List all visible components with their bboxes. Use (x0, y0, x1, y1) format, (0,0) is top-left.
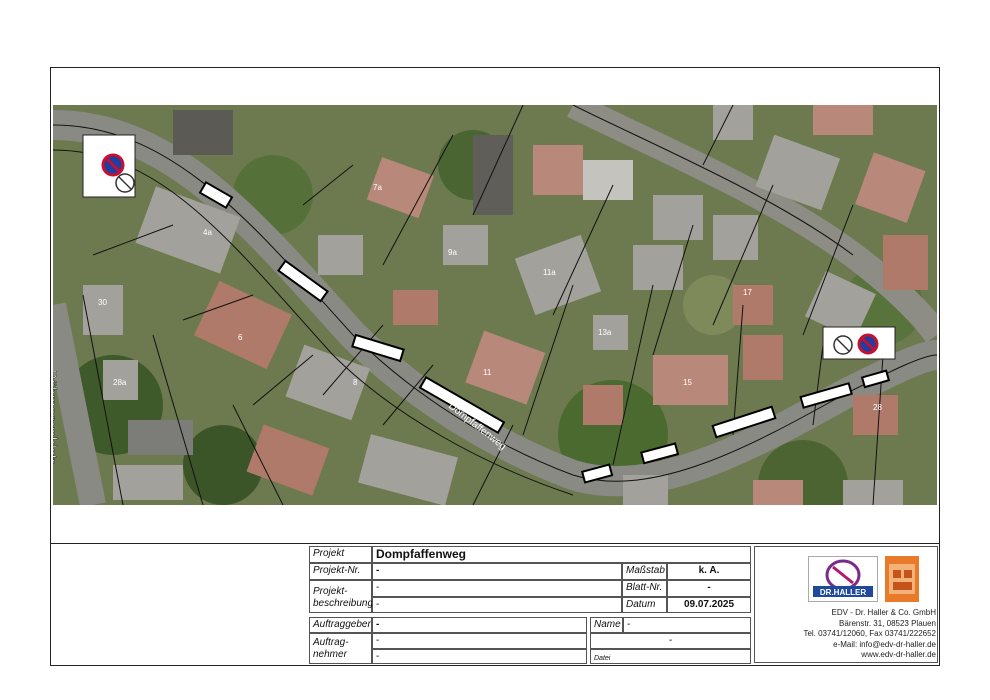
datum-value[interactable]: 09.07.2025 (667, 597, 751, 613)
beschreibung-label-line2: beschreibung (313, 598, 374, 609)
blatt-value[interactable]: - (667, 580, 751, 597)
beschreibung-value-2[interactable]: - (372, 597, 622, 613)
datum-label: Datum (622, 597, 667, 613)
auftragnehmer-value-1[interactable]: - (372, 633, 587, 649)
name-label: Name (590, 617, 623, 633)
auftragnehmer-label-line1: Auftrag- (313, 637, 349, 648)
house-number: 8 (353, 378, 358, 387)
house-number: 28a (113, 378, 127, 387)
name-value-2[interactable]: - (590, 633, 751, 649)
house-number: 28 (873, 403, 882, 412)
auftragnehmer-label: Auftrag- nehmer (309, 633, 372, 664)
blatt-label: Blatt-Nr. (622, 580, 667, 597)
projekt-label: Projekt (309, 546, 372, 563)
beschreibung-label: Projekt- beschreibung (309, 580, 374, 613)
company-email[interactable]: e-Mail: info@edv-dr-haller.de (803, 640, 936, 651)
house-number: 6 (238, 333, 243, 342)
house-number: 17 (743, 288, 752, 297)
auftraggeber-value[interactable]: - (372, 617, 587, 633)
house-number: 11 (483, 368, 492, 377)
company-emblem-icon (885, 556, 919, 602)
auftraggeber-label: Auftraggeber (309, 617, 372, 633)
name-value[interactable]: - (623, 617, 751, 633)
auftragnehmer-value-2[interactable]: - (372, 649, 587, 664)
house-number: 30 (98, 298, 107, 307)
datei-label: Datei (590, 649, 751, 664)
no-parking-zone-sign-left (82, 134, 136, 198)
house-number: 13a (598, 328, 612, 337)
house-number: 9a (448, 248, 457, 257)
house-number: 4a (203, 228, 212, 237)
massstab-value[interactable]: k. A. (667, 563, 751, 580)
company-address: EDV - Dr. Haller & Co. GmbH Bärenstr. 31… (803, 608, 936, 661)
projekt-value[interactable]: Dompfaffenweg (372, 546, 751, 563)
house-number: 7a (373, 183, 382, 192)
projekt-nr-value[interactable]: - (372, 563, 622, 580)
house-number: 11a (543, 268, 556, 277)
no-parking-zone-sign-right (822, 326, 896, 360)
aerial-map[interactable]: Böhmerwaldstr. Dompfaffenweg 4a 6 8 7a 9… (53, 105, 937, 505)
company-street: Bärenstr. 31, 08523 Plauen (839, 618, 936, 628)
company-phone: Tel. 03741/12060, Fax 03741/222652 (803, 629, 936, 638)
company-name: EDV - Dr. Haller & Co. GmbH (831, 608, 936, 617)
auftragnehmer-label-line2: nehmer (313, 649, 347, 660)
company-website[interactable]: www.edv-dr-haller.de (803, 650, 936, 661)
projekt-nr-label: Projekt-Nr. (309, 563, 372, 580)
sheet-divider (50, 543, 940, 544)
beschreibung-value-1[interactable]: - (372, 580, 622, 597)
house-number: 15 (683, 378, 692, 387)
logo-text: DR.HALLER (820, 588, 866, 597)
massstab-label: Maßstab (622, 563, 667, 580)
beschreibung-label-line1: Projekt- (313, 586, 348, 597)
street-label-boehmerwald: Böhmerwaldstr. (53, 370, 60, 466)
dr-haller-logo: DR.HALLER (808, 556, 878, 602)
